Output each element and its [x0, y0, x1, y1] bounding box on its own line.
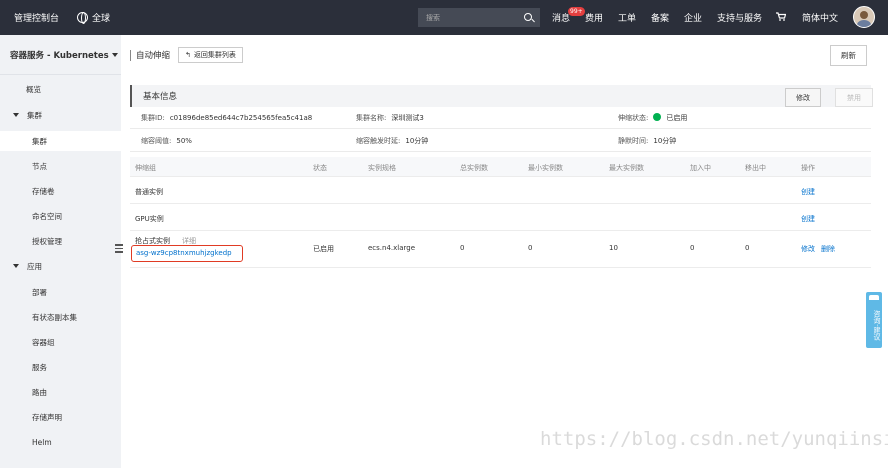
col-max: 最大实例数	[609, 164, 644, 172]
info-row-2: 缩容阈值: 50% 缩容触发时延: 10分钟 静默时间: 10分钟	[130, 130, 871, 152]
page-title: 自动伸缩	[136, 51, 171, 61]
row-removing: 0	[745, 244, 750, 252]
col-group: 伸缩组	[135, 164, 156, 172]
info-row-1: 集群ID: c01896de85ed644c7b254565fea5c41a8 集…	[130, 107, 871, 129]
messages-badge: 99+	[568, 7, 585, 16]
basic-info-body: 集群ID: c01896de85ed644c7b254565fea5c41a8 集…	[130, 107, 871, 155]
cluster-id-value: c01896de85ed644c7b254565fea5c41a8	[169, 114, 313, 122]
basic-info-panel: 基本信息 修改 禁用 集群ID: c01896de85ed644c7b254565…	[130, 85, 873, 268]
chevron-down-icon	[111, 52, 118, 57]
region-label: 全球	[92, 14, 111, 24]
console-home-link[interactable]: 管理控制台	[14, 11, 59, 24]
col-removing: 移出中	[745, 164, 766, 172]
nav-support[interactable]: 支持与服务	[717, 0, 762, 35]
cooldown-field: 静默时间: 10分钟	[618, 137, 677, 145]
nav-enterprise[interactable]: 企业	[684, 0, 702, 35]
threshold-field: 缩容阈值: 50%	[141, 137, 192, 145]
search-input[interactable]	[418, 13, 518, 22]
sidebar-item-authorization[interactable]: 授权管理	[0, 231, 121, 251]
sidebar-item-overview[interactable]: 概览	[0, 79, 121, 99]
back-arrow-icon: ↰	[185, 51, 191, 59]
cluster-id-field: 集群ID: c01896de85ed644c7b254565fea5c41a8	[141, 114, 313, 122]
sidebar-item-namespaces[interactable]: 命名空间	[0, 206, 121, 226]
product-switcher[interactable]: 容器服务 - Kubernetes	[0, 35, 121, 75]
sidebar-item-pods[interactable]: 容器组	[0, 332, 121, 352]
scale-status-value: 已启用	[666, 114, 688, 122]
sidebar-item-pvc[interactable]: 存储声明	[0, 407, 121, 427]
sidebar-item-nodes[interactable]: 节点	[0, 156, 121, 176]
col-total: 总实例数	[460, 164, 488, 172]
user-avatar[interactable]	[853, 6, 875, 28]
threshold-value: 50%	[176, 137, 192, 145]
col-spec: 实例规格	[368, 164, 396, 172]
search-box[interactable]	[418, 8, 540, 27]
page-header: 自动伸缩 ↰ 返回集群列表	[130, 47, 243, 63]
col-joining: 加入中	[690, 164, 711, 172]
sidebar: 容器服务 - Kubernetes 概览 集群 集群 节点 存储卷 命名空间 授…	[0, 35, 121, 468]
nav-tickets[interactable]: 工单	[618, 0, 636, 35]
globe-icon	[77, 12, 89, 24]
col-actions: 操作	[801, 164, 815, 172]
row-status: 已启用	[313, 245, 334, 253]
cart-icon[interactable]	[776, 12, 786, 21]
caret-down-icon	[13, 264, 19, 268]
nav-billing[interactable]: 费用	[585, 0, 603, 35]
sidebar-group-cluster[interactable]: 集群	[0, 105, 121, 125]
edit-link[interactable]: 修改	[801, 244, 815, 254]
sidebar-item-services[interactable]: 服务	[0, 357, 121, 377]
row-joining: 0	[690, 244, 695, 252]
row-spec: ecs.n4.xlarge	[368, 244, 416, 252]
caret-down-icon	[13, 113, 19, 117]
status-enabled-icon	[653, 113, 662, 121]
search-icon[interactable]	[524, 13, 532, 21]
row-max: 10	[609, 244, 618, 252]
sidebar-group-apps[interactable]: 应用	[0, 256, 121, 276]
row-min: 0	[528, 244, 533, 252]
table-header: 伸缩组 状态 实例规格 总实例数 最小实例数 最大实例数 加入中 移出中 操作	[130, 157, 871, 177]
nav-messages[interactable]: 消息	[552, 0, 570, 35]
cluster-name-value: 深圳测试3	[391, 114, 424, 122]
cluster-name-field: 集群名称: 深圳测试3	[356, 114, 424, 122]
top-navigation-bar: 管理控制台 全球 消息 99+ 费用 工单 备案 企业 支持与服务 简体中文	[0, 0, 888, 35]
refresh-button[interactable]: 刷新	[830, 45, 867, 66]
sidebar-item-deployments[interactable]: 部署	[0, 282, 121, 302]
main-content: 自动伸缩 ↰ 返回集群列表 刷新 基本信息 修改 禁用 集群ID: c01896d…	[121, 35, 888, 468]
group-name: 普通实例	[135, 188, 163, 196]
sidebar-item-statefulsets[interactable]: 有状态副本集	[0, 307, 121, 327]
watermark: https://blog.csdn.net/yunqiinsight	[540, 428, 888, 450]
edit-button[interactable]: 修改	[785, 88, 821, 107]
scaling-group-id-link[interactable]: asg-wz9cp8tnxmuhjzgkedp	[136, 249, 232, 257]
table-row: 抢占式实例 详细 asg-wz9cp8tnxmuhjzgkedp 已启用 ecs…	[130, 231, 871, 268]
scale-status-field: 伸缩状态: 已启用	[618, 113, 688, 122]
sidebar-item-ingress[interactable]: 路由	[0, 382, 121, 402]
sidebar-item-helm[interactable]: Helm	[0, 432, 121, 452]
nav-record[interactable]: 备案	[651, 0, 669, 35]
sidebar-item-volumes[interactable]: 存储卷	[0, 181, 121, 201]
table-row: GPU实例 创建	[130, 204, 871, 231]
table-row: 普通实例 创建	[130, 177, 871, 204]
trigger-delay-value: 10分钟	[405, 137, 429, 145]
col-status: 状态	[313, 164, 327, 172]
title-divider	[130, 49, 131, 61]
delete-link[interactable]: 删除	[821, 244, 835, 254]
product-name: 容器服务 - Kubernetes	[10, 50, 109, 61]
create-link[interactable]: 创建	[801, 187, 815, 197]
row-total: 0	[460, 244, 465, 252]
feedback-tab[interactable]: 咨询·建议	[866, 292, 882, 348]
create-link[interactable]: 创建	[801, 214, 815, 224]
basic-info-header: 基本信息 修改 禁用	[130, 85, 873, 107]
basic-info-title: 基本信息	[143, 92, 178, 102]
col-min: 最小实例数	[528, 164, 563, 172]
region-selector[interactable]: 全球	[77, 11, 110, 24]
trigger-delay-field: 缩容触发时延: 10分钟	[356, 137, 429, 145]
sidebar-item-clusters[interactable]: 集群	[0, 131, 121, 151]
group-name: GPU实例	[135, 215, 164, 223]
back-to-cluster-list-button[interactable]: ↰ 返回集群列表	[178, 47, 243, 63]
language-selector[interactable]: 简体中文	[802, 0, 838, 35]
disable-button[interactable]: 禁用	[835, 88, 873, 107]
cooldown-value: 10分钟	[653, 137, 677, 145]
